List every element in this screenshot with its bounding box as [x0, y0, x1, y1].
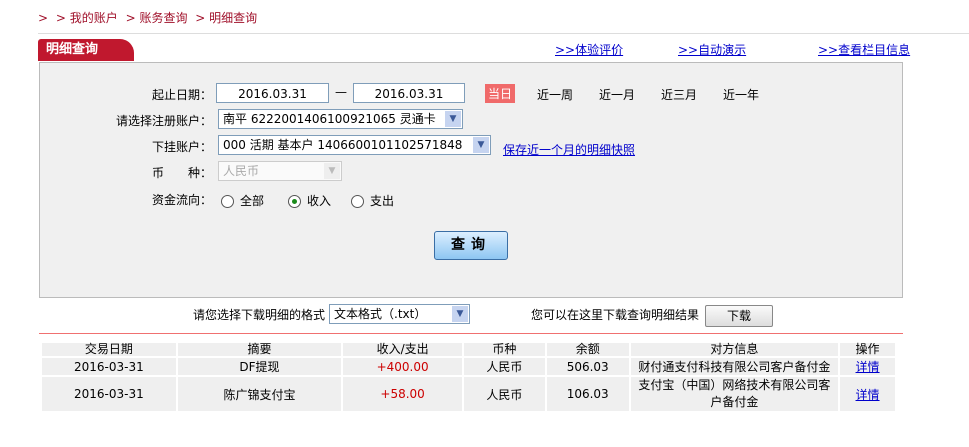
transaction-table: 交易日期 摘要 收入/支出 币种 余额 对方信息 操作 2016-03-31 D… [40, 341, 897, 413]
chevron-down-icon: ▼ [445, 111, 461, 127]
cell-amount: +58.00 [341, 375, 464, 413]
chevron-down-icon: ▼ [324, 163, 340, 179]
date-separator: — [335, 85, 347, 99]
date-label: 起止日期： [151, 88, 212, 102]
radio-icon [221, 195, 234, 208]
breadcrumb-chevron: > [38, 11, 49, 25]
range-month[interactable]: 近一月 [599, 86, 635, 103]
download-hint: 您可以在这里下载查询明细结果 [531, 308, 700, 322]
sub-account-select[interactable]: 000 活期 基本户 1406600101102571848 ▼ [218, 135, 491, 155]
detail-link[interactable]: 详情 [856, 388, 880, 402]
currency-value: 人民币 [223, 164, 260, 178]
sub-account-value: 000 活期 基本户 1406600101102571848 [223, 138, 463, 152]
query-button[interactable]: 查询 [434, 231, 508, 260]
col-date: 交易日期 [40, 341, 178, 358]
account-label: 请选择注册账户： [115, 114, 212, 128]
table-row: 2016-03-31 DF提现 +400.00 人民币 506.03 财付通支付… [40, 356, 897, 377]
col-amount: 收入/支出 [341, 341, 464, 358]
detail-link[interactable]: 详情 [856, 360, 880, 374]
currency-select: 人民币 ▼ [218, 161, 342, 181]
download-button[interactable]: 下载 [705, 305, 773, 327]
cell-balance: 506.03 [544, 356, 631, 377]
table-header: 交易日期 摘要 收入/支出 币种 余额 对方信息 操作 [40, 341, 897, 358]
flow-all-label: 全部 [240, 194, 265, 208]
format-label: 请您选择下载明细的格式 [193, 308, 326, 322]
auto-demo-link[interactable]: >>自动演示 [678, 41, 746, 58]
chevron-down-icon: ▼ [473, 137, 489, 153]
col-counterparty: 对方信息 [628, 341, 841, 358]
table-row: 2016-03-31 陈广锦支付宝 +58.00 人民币 106.03 支付宝（… [40, 375, 897, 413]
col-summary: 摘要 [175, 341, 344, 358]
cell-counterparty: 支付宝（中国）网络技术有限公司客户备付金 [628, 375, 841, 413]
cell-date: 2016-03-31 [40, 356, 178, 377]
section-info-link[interactable]: >>查看栏目信息 [818, 41, 910, 58]
format-value: 文本格式（.txt） [334, 307, 427, 321]
divider [39, 333, 903, 334]
cell-amount: +400.00 [341, 356, 464, 377]
cell-summary: DF提现 [175, 356, 344, 377]
radio-icon [351, 195, 364, 208]
tab-detail-query[interactable]: 明细查询 [38, 39, 134, 61]
start-date-input[interactable]: 2016.03.31 [216, 83, 329, 103]
currency-label: 币 种： [151, 166, 212, 180]
col-action: 操作 [838, 341, 897, 358]
cell-balance: 106.03 [544, 375, 631, 413]
save-snapshot-link[interactable]: 保存近一个月的明细快照 [503, 141, 635, 158]
breadcrumb-account-query[interactable]: > 账务查询 [126, 11, 188, 25]
range-week[interactable]: 近一周 [537, 86, 573, 103]
range-3months[interactable]: 近三月 [661, 86, 697, 103]
account-select[interactable]: 南平 6222001406100921065 灵通卡 ▼ [218, 109, 463, 129]
cell-currency: 人民币 [462, 356, 547, 377]
radio-checked-icon [288, 195, 301, 208]
cell-counterparty: 财付通支付科技有限公司客户备付金 [628, 356, 841, 377]
sub-account-label: 下挂账户： [151, 140, 212, 154]
breadcrumb: > > 我的账户 > 账务查询 > 明细查询 [38, 9, 261, 26]
range-today[interactable]: 当日 [485, 84, 516, 103]
chevron-down-icon: ▼ [452, 306, 468, 322]
breadcrumb-detail-query[interactable]: > 明细查询 [195, 11, 257, 25]
flow-all-radio[interactable]: 全部 [221, 192, 264, 209]
flow-label: 资金流向： [151, 193, 212, 207]
breadcrumb-my-account[interactable]: > 我的账户 [56, 11, 118, 25]
cell-currency: 人民币 [462, 375, 547, 413]
cell-summary: 陈广锦支付宝 [175, 375, 344, 413]
flow-income-radio[interactable]: 收入 [288, 192, 331, 209]
flow-expense-label: 支出 [370, 194, 395, 208]
flow-expense-radio[interactable]: 支出 [351, 192, 394, 209]
end-date-input[interactable]: 2016.03.31 [353, 83, 465, 103]
format-select[interactable]: 文本格式（.txt） ▼ [329, 304, 470, 324]
feedback-link[interactable]: >>体验评价 [555, 41, 623, 58]
divider [38, 33, 969, 34]
flow-income-label: 收入 [307, 194, 332, 208]
col-currency: 币种 [462, 341, 547, 358]
cell-date: 2016-03-31 [40, 375, 178, 413]
col-balance: 余额 [544, 341, 631, 358]
account-value: 南平 6222001406100921065 灵通卡 [223, 112, 436, 126]
range-year[interactable]: 近一年 [723, 86, 759, 103]
